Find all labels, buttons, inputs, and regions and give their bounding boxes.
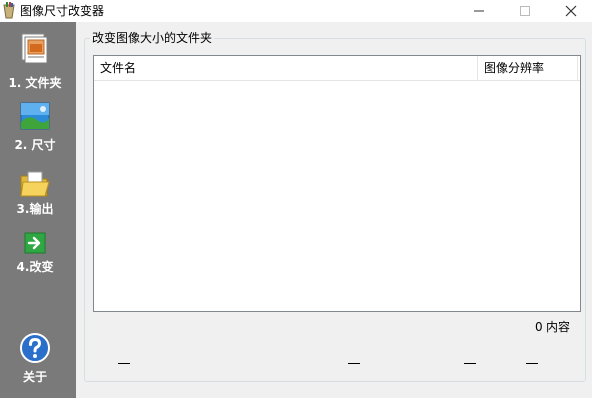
minimize-icon [474, 10, 484, 12]
sidebar-item-about[interactable]: 关于 [0, 332, 70, 390]
title-bar[interactable]: 图像尺寸改变器 [0, 0, 592, 22]
sidebar-item-label: 4.改变 [16, 260, 54, 274]
app-icon [3, 2, 15, 19]
sidebar-item-label: 关于 [22, 370, 47, 384]
sidebar-item-size[interactable]: 2. 尺寸 [0, 100, 70, 158]
list-header: 文件名 图像分辨率 [94, 56, 580, 81]
status-placeholder-1 [118, 363, 130, 364]
sidebar-item-label: 1. 文件夹 [8, 76, 62, 90]
item-count: 0 [535, 320, 543, 334]
status-placeholder-2 [348, 363, 360, 364]
maximize-icon [520, 6, 530, 16]
help-question-icon [20, 333, 50, 363]
column-header-resolution[interactable]: 图像分辨率 [478, 56, 578, 80]
close-icon [565, 5, 577, 17]
sidebar-item-output[interactable]: 3.输出 [0, 168, 70, 226]
status-placeholder-4 [526, 363, 538, 364]
open-folder-icon [20, 171, 50, 197]
green-arrow-icon [24, 232, 46, 254]
item-count-label: 内容 [546, 320, 571, 334]
maximize-button[interactable] [502, 0, 548, 22]
sidebar: 1. 文件夹 2. 尺寸 3.输出 4.改变 关于 [0, 22, 76, 398]
file-list[interactable]: 文件名 图像分辨率 [93, 55, 581, 312]
column-header-filename[interactable]: 文件名 [94, 56, 478, 80]
landscape-picture-icon [20, 102, 50, 130]
group-title: 改变图像大小的文件夹 [90, 30, 215, 46]
close-button[interactable] [548, 0, 592, 22]
status-placeholder-3 [464, 363, 476, 364]
minimize-button[interactable] [456, 0, 502, 22]
sidebar-item-change[interactable]: 4.改变 [0, 232, 70, 290]
sidebar-item-folder[interactable]: 1. 文件夹 [0, 32, 70, 90]
folder-documents-icon [21, 33, 48, 64]
sidebar-item-label: 2. 尺寸 [14, 138, 56, 152]
window-title: 图像尺寸改变器 [20, 4, 105, 18]
sidebar-item-label: 3.输出 [16, 202, 54, 216]
